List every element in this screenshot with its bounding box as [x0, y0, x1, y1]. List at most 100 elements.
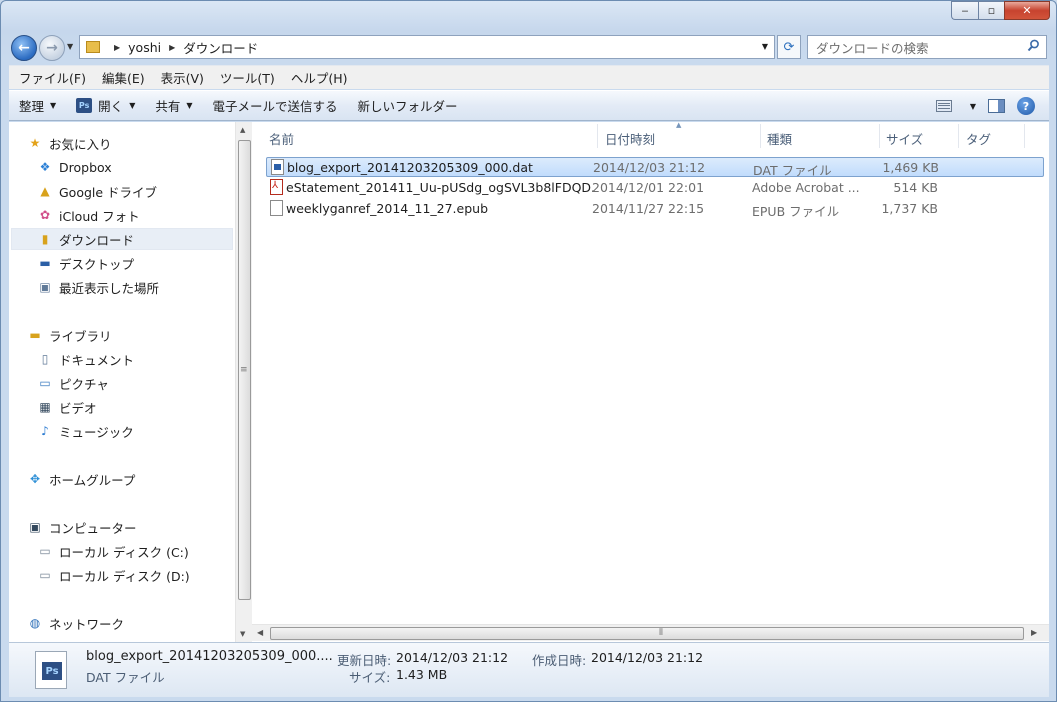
file-list: 名前 ▲ 日付時刻 種類 サイズ タグ blog_export_20141203… [252, 121, 1049, 642]
view-options-icon[interactable] [935, 100, 952, 112]
organize-button[interactable]: 整理 ▼ [9, 91, 66, 120]
document-icon: ▯ [41, 352, 49, 366]
new-folder-label: 新しいフォルダー [357, 99, 458, 114]
column-divider[interactable] [760, 124, 761, 148]
music-icon: ♪ [41, 424, 49, 438]
close-button[interactable]: ✕ [1004, 1, 1050, 20]
nav-videos[interactable]: ▦ ビデオ [37, 396, 96, 418]
maximize-button[interactable]: ▫ [978, 1, 1004, 20]
size-value: 1.43 MB [396, 667, 448, 682]
preview-pane-icon[interactable] [988, 99, 1005, 113]
breadcrumb-yoshi[interactable]: yoshi [128, 40, 161, 55]
file-size: 1,469 KB [882, 160, 939, 175]
share-button[interactable]: 共有 ▼ [145, 91, 202, 120]
address-dropdown-icon[interactable]: ▼ [762, 42, 768, 51]
menu-edit[interactable]: 編集(E) [102, 68, 145, 87]
created-value: 2014/12/03 21:12 [591, 650, 704, 665]
breadcrumb-downloads[interactable]: ダウンロード [183, 38, 258, 57]
navigation-scrollbar[interactable]: ▲ ≡ ▼ [235, 122, 252, 642]
file-type: DAT ファイル [753, 163, 832, 178]
nav-favorites[interactable]: ★ お気に入り [27, 132, 112, 154]
nav-documents[interactable]: ▯ ドキュメント [37, 348, 134, 370]
chevron-right-icon[interactable]: ▶ [114, 43, 120, 52]
search-icon[interactable] [1027, 39, 1040, 52]
scroll-right-icon[interactable]: ▶ [1031, 628, 1037, 637]
forward-button[interactable]: → [39, 35, 65, 61]
view-controls: ▼ ? [935, 97, 1035, 115]
refresh-button[interactable]: ⟳ [777, 35, 801, 59]
file-row[interactable]: weeklyganref_2014_11_27.epub 2014/11/27 … [266, 199, 1044, 219]
file-type: EPUB ファイル [752, 204, 840, 219]
nav-computer[interactable]: ▣ コンピューター [27, 516, 137, 538]
open-label: 開く [98, 99, 124, 114]
nav-google-drive[interactable]: ▲ Google ドライブ [37, 180, 157, 202]
generic-file-icon [270, 200, 283, 216]
menu-help[interactable]: ヘルプ(H) [291, 68, 348, 87]
email-button[interactable]: 電子メールで送信する [203, 91, 348, 120]
column-tags[interactable]: タグ [966, 129, 991, 148]
nav-disk-c[interactable]: ▭ ローカル ディスク (C:) [37, 540, 189, 562]
nav-disk-d[interactable]: ▭ ローカル ディスク (D:) [37, 564, 189, 586]
email-label: 電子メールで送信する [212, 99, 338, 114]
nav-label: iCloud フォト [59, 208, 140, 224]
column-divider[interactable] [879, 124, 880, 148]
scrollbar-thumb[interactable]: ⦀ [270, 627, 1024, 640]
nav-recent[interactable]: ▣ 最近表示した場所 [37, 276, 159, 298]
new-folder-button[interactable]: 新しいフォルダー [348, 91, 468, 120]
column-date[interactable]: 日付時刻 [605, 129, 655, 148]
column-divider[interactable] [958, 124, 959, 148]
file-row[interactable]: eStatement_201411_Uu-pUSdg_ogSVL3b8lFDQD… [266, 178, 1044, 198]
title-bar[interactable]: ‒ ▫ ✕ [1, 1, 1056, 31]
pdf-file-icon [270, 179, 283, 195]
nav-network[interactable]: ◍ ネットワーク [27, 612, 124, 634]
chevron-down-icon[interactable]: ▼ [970, 102, 976, 111]
nav-icloud-photos[interactable]: ✿ iCloud フォト [37, 204, 140, 226]
column-type[interactable]: 種類 [767, 129, 792, 148]
file-size: 514 KB [893, 180, 938, 195]
nav-label: ピクチャ [59, 376, 109, 392]
nav-pictures[interactable]: ▭ ピクチャ [37, 372, 109, 394]
search-input[interactable]: ダウンロードの検索 [807, 35, 1047, 59]
nav-libraries[interactable]: ▬ ライブラリ [27, 324, 111, 346]
created-label: 作成日時: [532, 653, 587, 668]
horizontal-scrollbar[interactable]: ◀ ⦀ ▶ [252, 624, 1049, 641]
scroll-left-icon[interactable]: ◀ [257, 628, 263, 637]
chevron-down-icon: ▼ [50, 101, 57, 110]
details-pane: blog_export_20141203205309_000.... DAT フ… [9, 642, 1049, 697]
nav-desktop[interactable]: ▬ デスクトップ [37, 252, 134, 274]
column-name[interactable]: 名前 [269, 129, 294, 148]
icloud-photos-icon: ✿ [39, 208, 51, 222]
scroll-down-icon[interactable]: ▼ [240, 630, 245, 638]
nav-downloads[interactable]: ▮ ダウンロード [11, 228, 233, 250]
menu-bar: ファイル(F) 編集(E) 表示(V) ツール(T) ヘルプ(H) [9, 65, 1049, 89]
column-divider[interactable] [597, 124, 598, 148]
video-icon: ▦ [39, 400, 51, 414]
address-bar[interactable]: ▶ yoshi ▶ ダウンロード ▼ [79, 35, 775, 59]
nav-label: ローカル ディスク (C:) [59, 544, 189, 560]
nav-homegroup[interactable]: ✥ ホームグループ [27, 468, 135, 490]
file-date: 2014/11/27 22:15 [592, 201, 705, 216]
size-label: サイズ: [349, 670, 391, 685]
nav-label: デスクトップ [59, 256, 135, 272]
nav-music[interactable]: ♪ ミュージック [37, 420, 134, 442]
menu-view[interactable]: 表示(V) [161, 68, 204, 87]
chevron-down-icon: ▼ [186, 101, 193, 110]
open-button[interactable]: Ps 開く ▼ [66, 91, 145, 120]
file-name: eStatement_201411_Uu-pUSdg_ogSVL3b8lFDQD… [286, 180, 594, 195]
chevron-right-icon[interactable]: ▶ [169, 43, 175, 52]
scroll-up-icon[interactable]: ▲ [240, 126, 245, 134]
back-button[interactable]: ← [11, 35, 37, 61]
column-divider[interactable] [1024, 124, 1025, 148]
nav-label: コンピューター [49, 520, 137, 536]
library-icon: ▬ [29, 328, 41, 342]
file-row[interactable]: blog_export_20141203205309_000.dat 2014/… [266, 157, 1044, 178]
menu-file[interactable]: ファイル(F) [19, 68, 86, 87]
recent-places-icon: ▣ [39, 280, 51, 294]
history-dropdown-icon[interactable]: ▼ [67, 42, 73, 51]
nav-dropbox[interactable]: ❖ Dropbox [37, 156, 112, 178]
help-icon[interactable]: ? [1017, 97, 1035, 115]
nav-label: ミュージック [59, 424, 134, 440]
minimize-button[interactable]: ‒ [951, 1, 978, 20]
column-size[interactable]: サイズ [886, 129, 923, 148]
menu-tools[interactable]: ツール(T) [220, 68, 275, 87]
